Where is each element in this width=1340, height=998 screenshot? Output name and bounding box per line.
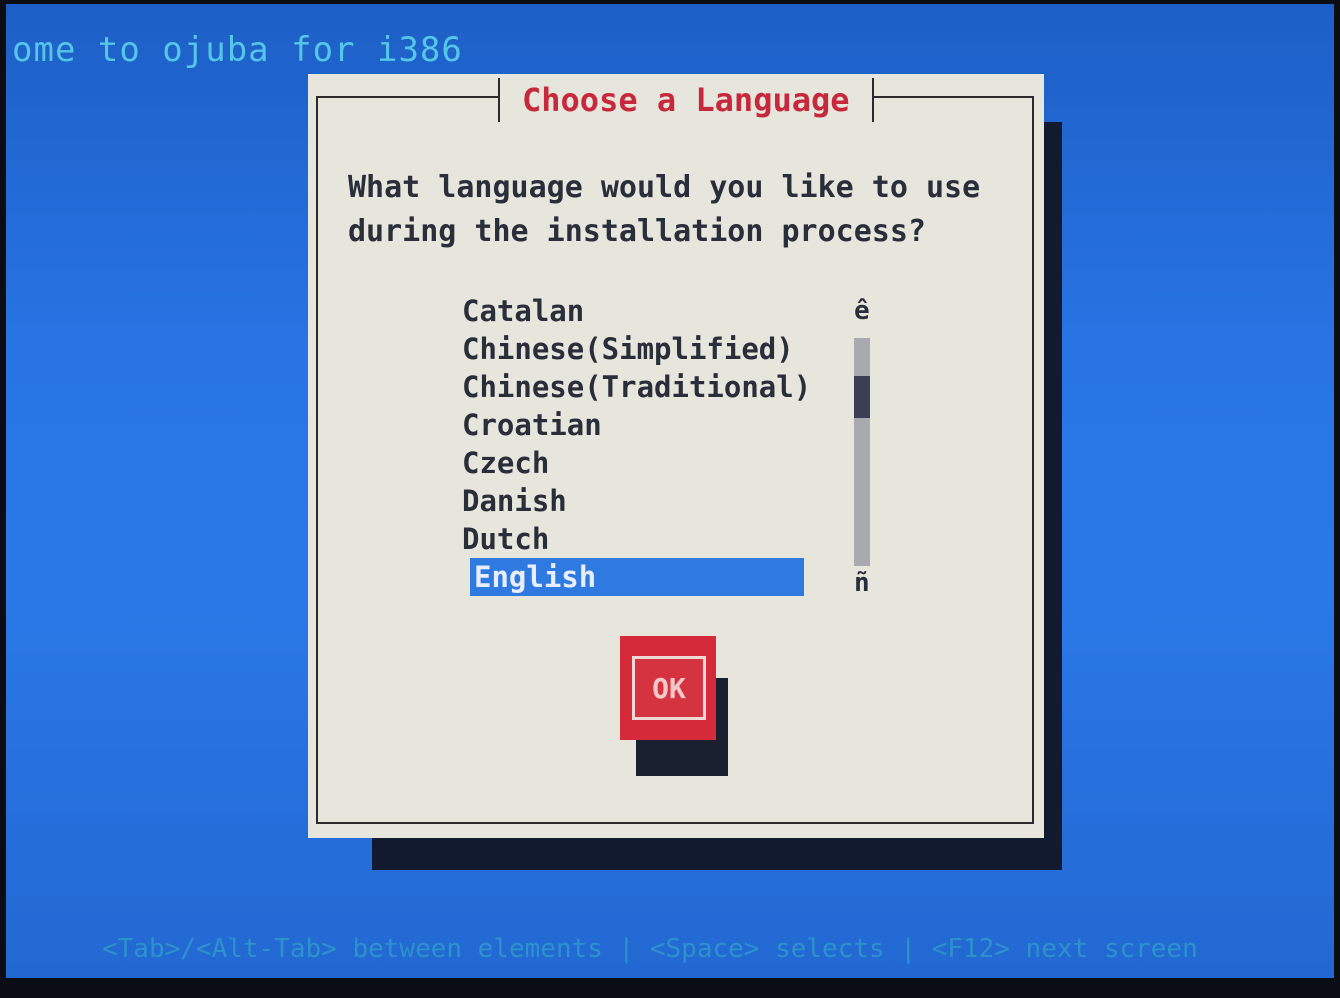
list-item-croatian[interactable]: Croatian [458,406,818,444]
dialog-title-box: Choose a Language [498,78,874,122]
scroll-up-arrow-icon[interactable]: ê [854,296,870,326]
list-item-danish[interactable]: Danish [458,482,818,520]
dialog-title: Choose a Language [522,81,850,119]
list-item-chinese-traditional[interactable]: Chinese(Traditional) [458,368,818,406]
welcome-banner: ome to ojuba for i386 [12,30,463,70]
language-dialog: Choose a Language What language would yo… [308,74,1044,838]
ok-button-label: OK [652,671,686,705]
list-item-czech[interactable]: Czech [458,444,818,482]
scrollbar-track[interactable] [854,338,870,566]
list-item-chinese-simplified[interactable]: Chinese(Simplified) [458,330,818,368]
installer-screen: ome to ojuba for i386 Choose a Language … [6,4,1334,978]
ok-button-face: OK [632,656,706,720]
keyboard-help-line: <Tab>/<Alt-Tab> between elements | <Spac… [102,934,1198,964]
scrollbar-thumb[interactable] [854,376,870,418]
list-item-catalan[interactable]: Catalan [458,292,818,330]
list-item-english-selected[interactable]: English [470,558,804,596]
language-question: What language would you like to use duri… [348,170,981,249]
language-list[interactable]: Catalan Chinese(Simplified) Chinese(Trad… [458,292,818,596]
scroll-down-arrow-icon[interactable]: ñ [854,568,870,598]
ok-button[interactable]: OK [620,636,716,740]
list-item-dutch[interactable]: Dutch [458,520,818,558]
